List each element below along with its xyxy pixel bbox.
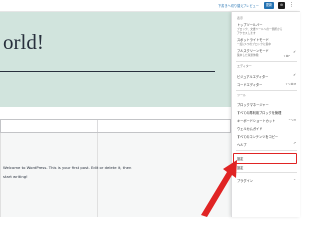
menu-heading-editor: エディター (237, 64, 252, 68)
update-button[interactable]: 更新 (264, 2, 274, 9)
menu-item-visual-editor[interactable]: ビジュアルエディター (237, 74, 268, 79)
check-icon: ✓ (293, 73, 296, 77)
menu-item-help[interactable]: ヘルプ (237, 142, 247, 147)
menu-divider (236, 150, 297, 151)
toolbar-divider (97, 120, 98, 132)
preferences-highlight-box (233, 153, 297, 164)
menu-heading-tools: ツール (237, 93, 247, 97)
menu-item-code-editor[interactable]: コードエディター (237, 82, 262, 87)
block-toolbar[interactable] (0, 119, 231, 133)
chevron-down-icon: ⌄ (293, 177, 296, 181)
check-icon: ✓ (293, 50, 296, 54)
menu-item-block-manager[interactable]: ブロックマネージャー (237, 102, 269, 107)
editor-canvas: orld! Welcome to WordPress. This is your… (0, 12, 231, 217)
menu-item-keyboard-shortcuts[interactable]: キーボードショートカット (237, 118, 275, 123)
cover-block[interactable]: orld! (0, 12, 231, 107)
menu-item-copy-all[interactable]: すべてのコンテンツをコピー (237, 134, 278, 139)
preview-link[interactable]: プレビュー (243, 3, 259, 8)
post-paragraph-line-1: Welcome to WordPress. This is your first… (3, 165, 132, 170)
options-menu: 表示 トップツールバー ブロック、文書ツールへの一箇所から アクセスします スポ… (231, 12, 300, 217)
menu-heading-view: 表示 (237, 16, 244, 20)
annotation-arrow-icon (201, 160, 237, 217)
top-toolbar-desc-2: アクセスします (237, 31, 256, 35)
menu-item-reusable-blocks[interactable]: すべての再利用ブロックを管理 (237, 110, 281, 115)
more-options-icon[interactable]: ⋮ (289, 2, 294, 8)
menu-divider (236, 61, 297, 62)
menu-divider (236, 172, 297, 173)
post-paragraph[interactable]: Welcome to WordPress. This is your first… (3, 163, 218, 181)
settings-gear-icon[interactable]: ⚙ (278, 2, 285, 9)
editor-top-toolbar: 下書きへ切り替え プレビュー 更新 ⚙ ⋮ (0, 0, 300, 12)
code-editor-shortcut: ⇧⌥⌘M (285, 82, 296, 86)
fullscreen-desc: 集中した執筆体験 (237, 53, 259, 57)
menu-item-welcome-guide[interactable]: ウェルカムガイド (237, 126, 262, 131)
external-link-icon: ↗ (293, 141, 296, 145)
spotlight-desc: 一度に1つのブロックに集中 (237, 42, 271, 46)
shortcuts-key: ^⌥H (288, 118, 296, 122)
post-paragraph-line-2: start writing! (3, 174, 28, 179)
post-title[interactable]: orld! (3, 30, 44, 55)
separator-line (0, 71, 215, 72)
fullscreen-shortcut: ⇧⌘F (283, 54, 290, 58)
switch-to-draft-link[interactable]: 下書きへ切り替え (218, 3, 244, 8)
menu-divider (236, 90, 297, 91)
